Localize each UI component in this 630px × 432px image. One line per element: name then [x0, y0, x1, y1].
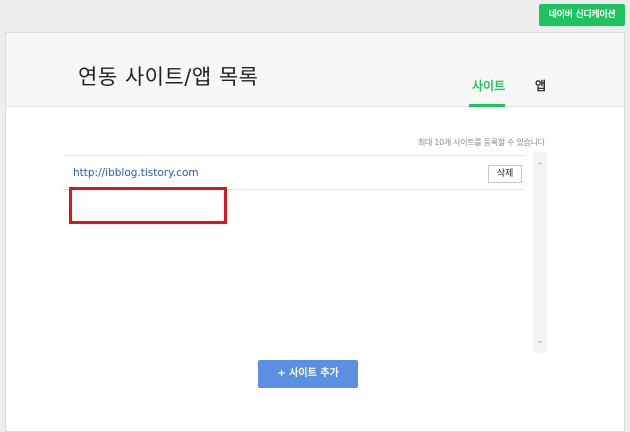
chevron-up-icon[interactable]: ⌃ — [533, 160, 547, 174]
panel-header: 연동 사이트/앱 목록 사이트 앱 — [6, 33, 624, 107]
chevron-down-icon[interactable]: ⌄ — [533, 334, 547, 348]
list-item: http://ibblog.tistory.com 삭제 — [63, 155, 524, 190]
highlight-box — [69, 187, 227, 224]
site-list: http://ibblog.tistory.com 삭제 — [63, 155, 524, 355]
naver-syndication-button[interactable]: 네이버 신디케이션 — [539, 4, 625, 26]
page-title: 연동 사이트/앱 목록 — [78, 65, 259, 89]
active-tab-indicator — [469, 104, 505, 107]
site-url-link[interactable]: http://ibblog.tistory.com — [73, 167, 199, 179]
tab-site[interactable]: 사이트 — [472, 77, 505, 94]
list-scrollbar[interactable]: ⌃ ⌄ — [533, 152, 547, 353]
delete-button[interactable]: 삭제 — [488, 165, 522, 183]
add-site-button[interactable]: + 사이트 추가 — [258, 360, 358, 388]
site-limit-notice: 최대 10개 사이트를 등록할 수 있습니다 — [418, 138, 545, 147]
tab-app[interactable]: 앱 — [535, 77, 546, 94]
